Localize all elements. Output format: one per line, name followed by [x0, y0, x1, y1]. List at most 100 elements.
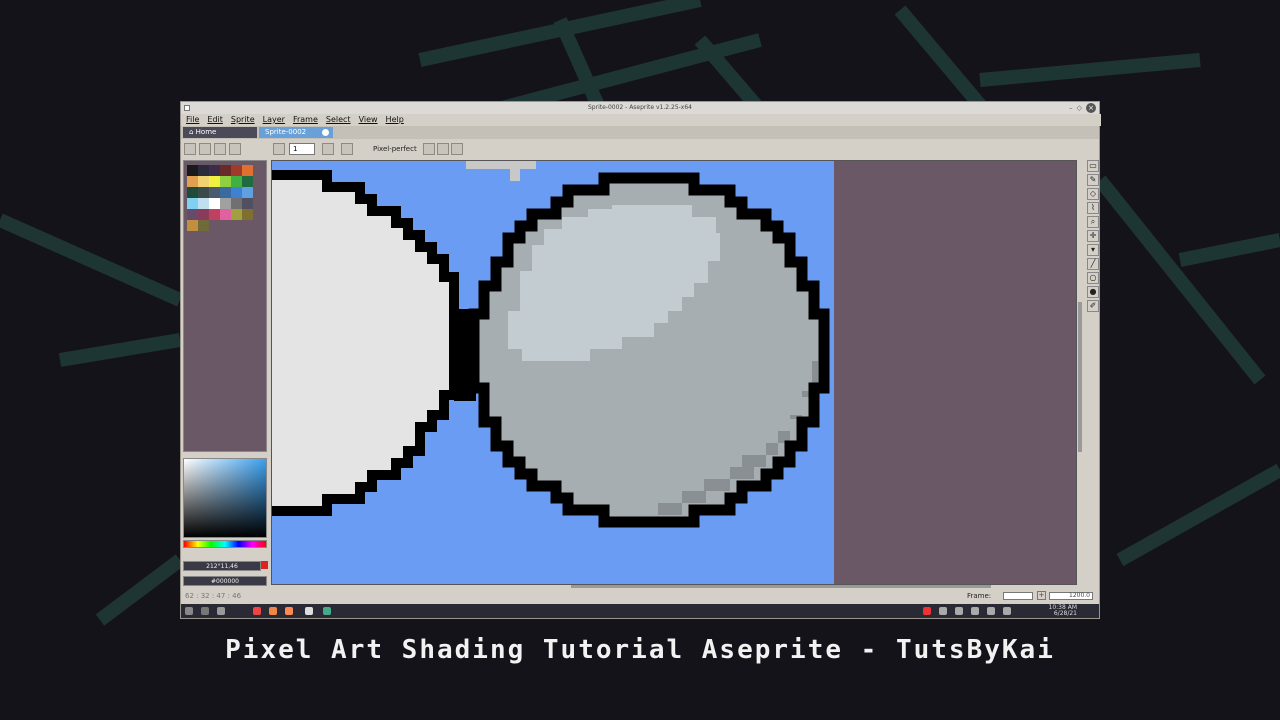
start-icon[interactable]: [185, 607, 193, 615]
frame-label: Frame:: [967, 592, 992, 600]
line-tool-icon[interactable]: ╱: [1087, 258, 1099, 270]
eraser-tool-icon[interactable]: ◇: [1087, 188, 1099, 200]
color-value-readout[interactable]: 212°11,46: [183, 561, 261, 571]
close-button[interactable]: ×: [1086, 103, 1096, 113]
brush-type-icon[interactable]: [184, 143, 196, 155]
palette-swatch[interactable]: [198, 165, 209, 176]
palette-swatch[interactable]: [209, 165, 220, 176]
menu-help[interactable]: Help: [383, 114, 407, 126]
palette-swatches[interactable]: [187, 165, 253, 231]
symmetry-icon[interactable]: [423, 143, 435, 155]
minimize-button[interactable]: –: [1069, 103, 1073, 113]
menu-file[interactable]: File: [183, 114, 202, 126]
palette-swatch[interactable]: [231, 176, 242, 187]
palette-swatch[interactable]: [198, 220, 209, 231]
zoom-field[interactable]: 1200.0: [1049, 592, 1093, 600]
palette-swatch[interactable]: [242, 187, 253, 198]
palette-swatch[interactable]: [242, 209, 253, 220]
palette-swatch[interactable]: [220, 187, 231, 198]
palette-swatch[interactable]: [220, 176, 231, 187]
taskbar-app-icon[interactable]: [285, 607, 293, 615]
color-picker-field[interactable]: [183, 458, 267, 538]
taskbar-clock[interactable]: 10:38 AM 6/28/21: [1049, 605, 1077, 617]
palette-swatch[interactable]: [209, 198, 220, 209]
warning-icon[interactable]: [261, 561, 268, 569]
palette-swatch[interactable]: [187, 209, 198, 220]
ellipse-tool-icon[interactable]: ○: [1087, 272, 1099, 284]
palette-swatch[interactable]: [231, 165, 242, 176]
palette-swatch[interactable]: [231, 198, 242, 209]
hue-slider[interactable]: [183, 540, 267, 548]
palette-swatch[interactable]: [187, 198, 198, 209]
tray-icon[interactable]: [923, 607, 931, 615]
palette-swatch[interactable]: [231, 209, 242, 220]
palette-swatch[interactable]: [242, 176, 253, 187]
more-options-icon[interactable]: [451, 143, 463, 155]
tray-icon[interactable]: [939, 607, 947, 615]
taskbar-app-icon[interactable]: [253, 607, 261, 615]
horizontal-scrollbar[interactable]: [571, 585, 991, 588]
canvas-area[interactable]: [271, 160, 1077, 585]
tray-icon[interactable]: [955, 607, 963, 615]
symmetry-options-icon[interactable]: [437, 143, 449, 155]
palette-swatch[interactable]: [220, 198, 231, 209]
palette-swatch[interactable]: [198, 187, 209, 198]
menu-select[interactable]: Select: [323, 114, 354, 126]
tool-bar: ▭ ✎ ◇ ⌇ ⌕ ✛ ▾ ╱ ○ ● ✐: [1087, 160, 1099, 580]
tab-close-icon[interactable]: [322, 129, 329, 136]
palette-swatch[interactable]: [220, 209, 231, 220]
pencil-tool-icon[interactable]: ✎: [1087, 174, 1099, 186]
tray-icon[interactable]: [971, 607, 979, 615]
tab-home[interactable]: ⌂ Home: [183, 127, 257, 138]
sprite-canvas[interactable]: [272, 161, 1077, 585]
blur-tool-icon[interactable]: ✐: [1087, 300, 1099, 312]
vertical-scrollbar[interactable]: [1078, 302, 1082, 452]
palette-swatch[interactable]: [242, 198, 253, 209]
taskbar-app-icon[interactable]: [269, 607, 277, 615]
palette-swatch[interactable]: [187, 176, 198, 187]
palette-swatch[interactable]: [231, 187, 242, 198]
palette-swatch[interactable]: [198, 198, 209, 209]
maximize-button[interactable]: ◇: [1077, 103, 1082, 113]
ink-icon[interactable]: [322, 143, 334, 155]
menu-frame[interactable]: Frame: [290, 114, 321, 126]
palette-swatch[interactable]: [220, 165, 231, 176]
color-hex-readout[interactable]: #000000: [183, 576, 267, 586]
eyedropper-tool-icon[interactable]: ⌇: [1087, 202, 1099, 214]
taskbar-app-icon[interactable]: [323, 607, 331, 615]
tab-sprite[interactable]: Sprite-0002: [259, 127, 333, 138]
taskbar-app-icon[interactable]: [305, 607, 313, 615]
palette-swatch[interactable]: [209, 187, 220, 198]
frame-field[interactable]: [1003, 592, 1033, 600]
opacity-icon[interactable]: [341, 143, 353, 155]
menu-edit[interactable]: Edit: [204, 114, 226, 126]
menu-view[interactable]: View: [356, 114, 381, 126]
taskbar-app-icon[interactable]: [217, 607, 225, 615]
brush-square-icon[interactable]: [214, 143, 226, 155]
palette-swatch[interactable]: [242, 165, 253, 176]
brush-shape-icon[interactable]: [199, 143, 211, 155]
contour-tool-icon[interactable]: ●: [1087, 286, 1099, 298]
pixel-perfect-label[interactable]: Pixel-perfect: [373, 143, 417, 155]
menu-layer[interactable]: Layer: [260, 114, 288, 126]
taskbar-app-icon[interactable]: [201, 607, 209, 615]
tab-bar: ⌂ Home Sprite-0002: [181, 126, 1099, 139]
menu-sprite[interactable]: Sprite: [228, 114, 258, 126]
add-frame-button[interactable]: +: [1037, 591, 1046, 600]
fill-tool-icon[interactable]: ▾: [1087, 244, 1099, 256]
palette-swatch[interactable]: [198, 176, 209, 187]
zoom-tool-icon[interactable]: ⌕: [1087, 216, 1099, 228]
brush-options-icon[interactable]: [229, 143, 241, 155]
move-tool-icon[interactable]: ✛: [1087, 230, 1099, 242]
palette-swatch[interactable]: [187, 165, 198, 176]
palette-swatch[interactable]: [187, 187, 198, 198]
palette-swatch[interactable]: [209, 176, 220, 187]
marquee-tool-icon[interactable]: ▭: [1087, 160, 1099, 172]
palette-swatch[interactable]: [187, 220, 198, 231]
palette-swatch[interactable]: [209, 209, 220, 220]
brush-size-field[interactable]: 1: [289, 143, 315, 155]
brush-angle-icon[interactable]: [273, 143, 285, 155]
tray-icon[interactable]: [987, 607, 995, 615]
palette-swatch[interactable]: [198, 209, 209, 220]
tray-icon[interactable]: [1003, 607, 1011, 615]
